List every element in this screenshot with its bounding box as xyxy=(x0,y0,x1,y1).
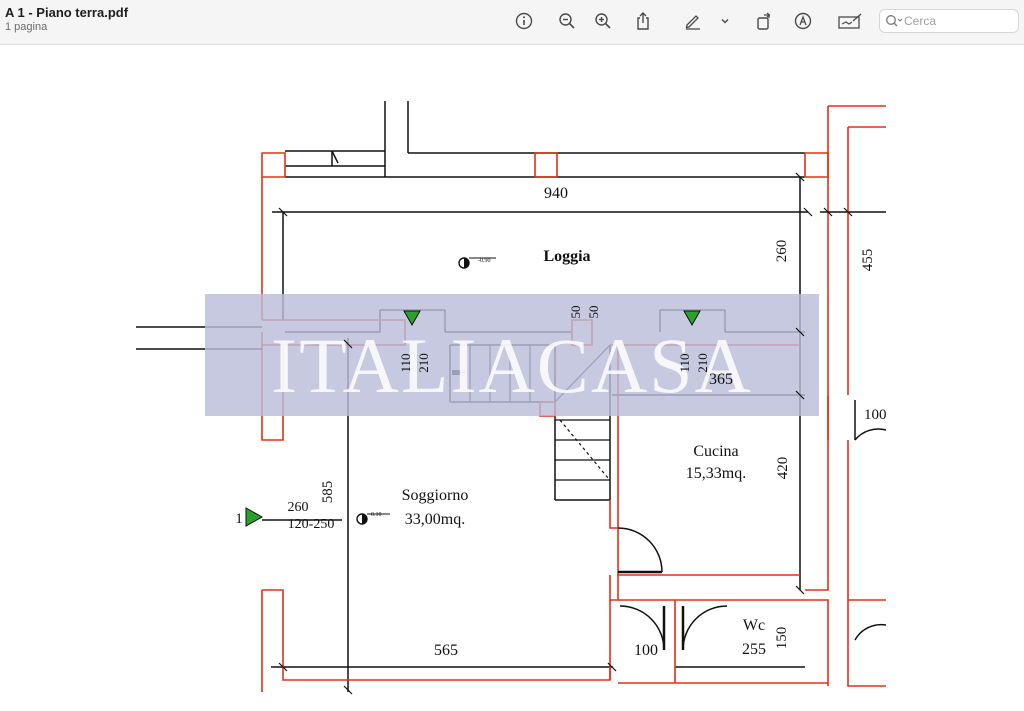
dimension-label: 50 xyxy=(568,306,583,319)
room-area-cucina: 15,33mq. xyxy=(686,465,746,482)
share-button[interactable] xyxy=(630,9,656,33)
room-label-cucina: Cucina xyxy=(693,443,738,460)
toolbar: A 1 - Piano terra.pdf 1 pagina xyxy=(0,0,1024,45)
annotate-button[interactable] xyxy=(790,9,816,33)
dimension-label: 210 xyxy=(695,353,710,373)
dimension-label: 940 xyxy=(544,185,568,202)
dimension-label: 210 xyxy=(416,353,431,373)
room-label-soggiorno: Soggiorno xyxy=(402,487,469,504)
signature-button[interactable] xyxy=(835,9,865,33)
markup-pen-icon xyxy=(685,15,700,30)
entrance-marker xyxy=(245,507,264,527)
markup-button[interactable] xyxy=(680,9,706,33)
document-page-count: 1 pagina xyxy=(5,21,48,33)
document-title: A 1 - Piano terra.pdf xyxy=(5,5,129,20)
zoom-out-icon xyxy=(559,13,575,29)
rotate-icon xyxy=(757,12,771,30)
dimension-label: 260 xyxy=(774,240,790,263)
dimension-label: 100 xyxy=(864,407,887,423)
search-input[interactable] xyxy=(904,12,1014,30)
dimension-label: 260 xyxy=(288,500,309,515)
rotate-button[interactable] xyxy=(751,9,777,33)
search-field[interactable] xyxy=(879,9,1019,33)
zoom-in-icon xyxy=(595,13,611,29)
share-icon xyxy=(637,12,649,30)
dimension-label: 110 xyxy=(398,353,413,372)
room-label-loggia: Loggia xyxy=(543,248,590,265)
entrance-number: 1 xyxy=(235,511,243,527)
dimension-label: 585 xyxy=(320,481,336,504)
markup-menu-button[interactable] xyxy=(714,9,736,33)
floor-plan: ITALIACASA Loggia Soggiorno 33,00mq. Cuc… xyxy=(136,46,1024,711)
room-area-soggiorno: 33,00mq. xyxy=(405,511,465,528)
dimension-label: 420 xyxy=(775,457,791,480)
level-value-loggia: -0.90 xyxy=(478,258,491,264)
zoom-in-button[interactable] xyxy=(590,9,616,33)
room-dim-wc: 255 xyxy=(742,641,766,658)
info-button[interactable] xyxy=(511,9,537,33)
dimension-label: 100 xyxy=(634,642,658,659)
page-margin xyxy=(886,46,1024,711)
dimension-label: 565 xyxy=(434,642,458,659)
dimension-label: 110 xyxy=(677,353,692,372)
dimension-label: 120-250 xyxy=(288,517,335,532)
dimension-label: 50 xyxy=(586,306,601,319)
annotate-icon xyxy=(794,12,812,30)
chevron-down-icon xyxy=(721,19,729,24)
dimension-label: 455 xyxy=(860,249,876,272)
zoom-out-button[interactable] xyxy=(554,9,580,33)
dimension-label: 150 xyxy=(774,627,790,650)
level-value-soggiorno: -0.10 xyxy=(369,512,382,518)
info-icon xyxy=(515,12,533,30)
signature-icon xyxy=(838,13,862,29)
dimension-label: 365 xyxy=(709,371,733,388)
room-label-wc: Wc xyxy=(743,617,765,634)
document-page: ITALIACASA Loggia Soggiorno 33,00mq. Cuc… xyxy=(0,46,1024,711)
search-icon xyxy=(886,15,903,27)
